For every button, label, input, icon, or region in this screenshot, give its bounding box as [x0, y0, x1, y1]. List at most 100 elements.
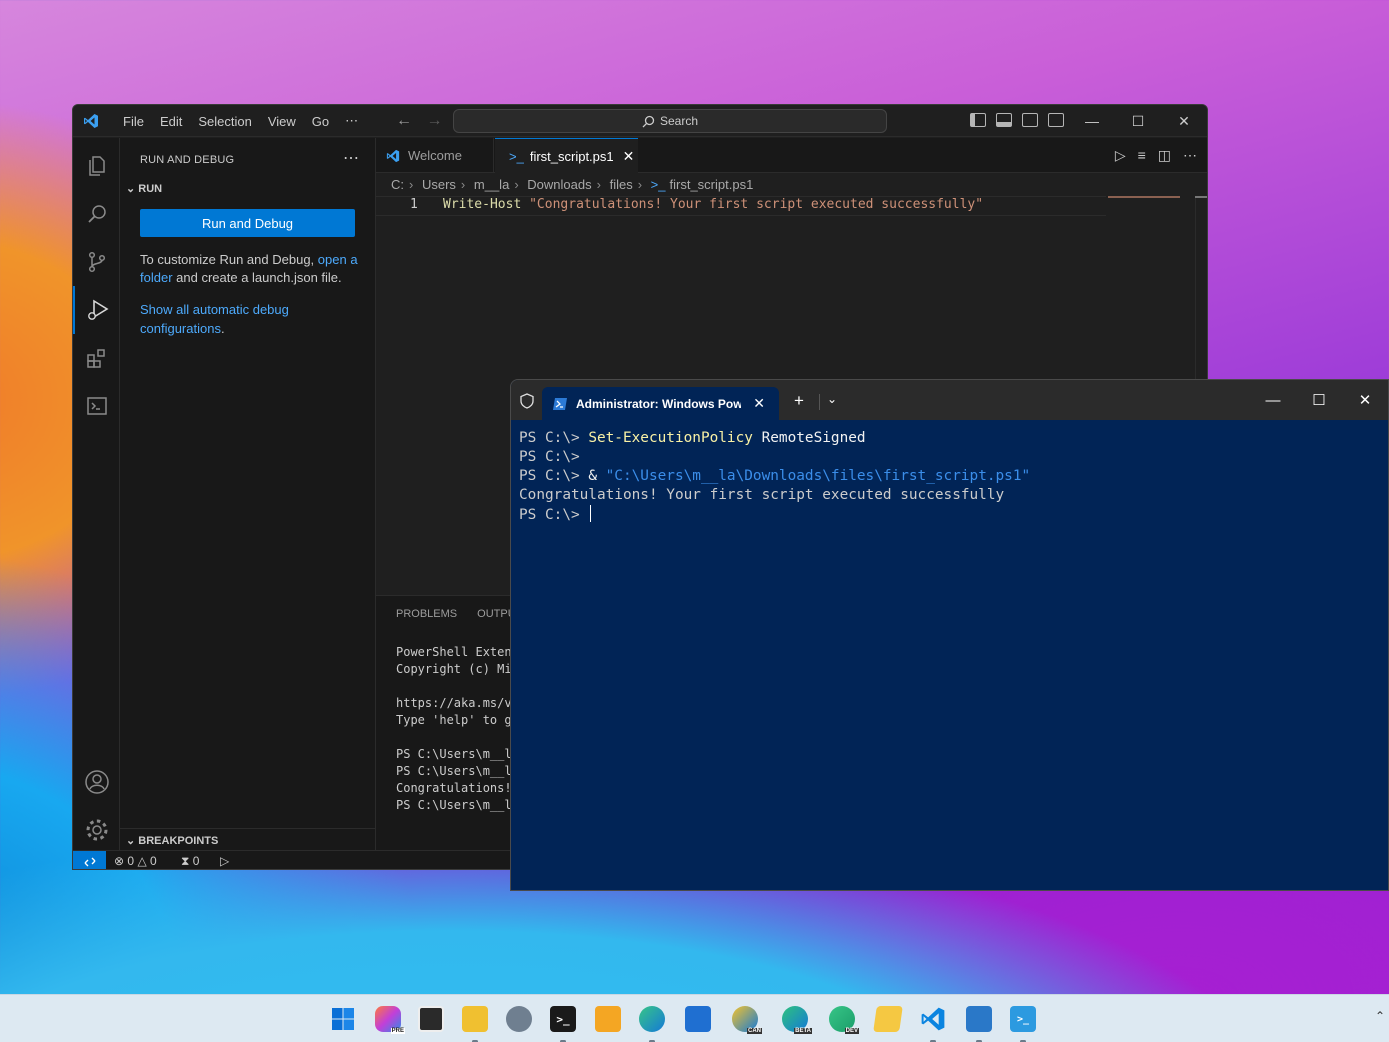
minimize-icon[interactable]: — — [1069, 105, 1115, 137]
search-label: Search — [659, 114, 699, 128]
tab-label: Welcome — [408, 148, 462, 163]
chevron-down-icon: ⌄ — [126, 835, 139, 847]
close-icon[interactable]: ✕ — [1161, 105, 1207, 137]
menu-edit[interactable]: Edit — [152, 114, 190, 129]
toggle-secondary-sidebar-icon[interactable] — [1022, 113, 1038, 127]
toggle-sidebar-icon[interactable] — [970, 113, 986, 127]
search-activity-icon[interactable] — [73, 190, 120, 238]
vscode-titlebar: File Edit Selection View Go ⋯ ← → Search… — [73, 105, 1207, 137]
error-count: 0 — [127, 854, 135, 868]
edge-icon[interactable] — [639, 1006, 665, 1032]
minimap[interactable] — [1108, 196, 1180, 198]
run-icon[interactable]: ▷ — [1115, 147, 1126, 164]
edge-dev-icon[interactable]: DEV — [829, 1006, 859, 1034]
maximize-icon[interactable]: ☐ — [1115, 105, 1161, 137]
command-center-search[interactable]: Search — [453, 109, 887, 133]
menu-go[interactable]: Go — [304, 114, 337, 129]
maximize-icon[interactable]: ☐ — [1296, 380, 1342, 420]
vscode-taskbar-icon[interactable] — [920, 1006, 946, 1032]
task-view-icon[interactable] — [418, 1006, 444, 1032]
tray-chevron-up-icon[interactable]: ⌃ — [1375, 1009, 1385, 1023]
source-control-icon[interactable] — [73, 238, 120, 286]
terminal-line: PS C:\> & "C:\Users\m__la\Downloads\file… — [519, 468, 1031, 484]
customize-text: To customize Run and Debug, open a folde… — [140, 252, 358, 285]
code-line[interactable]: Write-Host "Congratulations! Your first … — [443, 197, 983, 212]
file-explorer-icon[interactable] — [462, 1006, 488, 1032]
activity-bar — [73, 138, 120, 850]
breadcrumb: C: › Users › m__la › Downloads › files › >_ fi… — [391, 177, 754, 192]
run-section-header[interactable]: ⌄ RUN — [126, 182, 162, 195]
close-icon[interactable]: ✕ — [623, 148, 635, 165]
explorer-icon[interactable] — [73, 142, 120, 190]
powershell-taskbar-icon[interactable]: >_ — [1010, 1006, 1036, 1032]
terminal-line: Type 'help' to ge — [396, 713, 519, 727]
toggle-panel-icon[interactable] — [996, 113, 1012, 127]
copilot-preview-icon[interactable]: PRE — [375, 1006, 405, 1034]
editor-actions: ▷ ≡ ◫ ⋯ — [1115, 147, 1197, 164]
line-number: 1 — [410, 197, 418, 212]
edge-canary-icon[interactable]: CAN — [732, 1006, 762, 1034]
breadcrumb-item[interactable]: C: — [391, 177, 404, 192]
edge-beta-icon[interactable]: BETA — [782, 1006, 812, 1034]
terminal-output[interactable]: PS C:\> Set-ExecutionPolicy RemoteSigned… — [519, 429, 1030, 525]
more-actions-icon[interactable]: ⋯ — [1183, 147, 1197, 164]
breadcrumb-item[interactable]: Users — [422, 177, 456, 192]
terminal-window-controls: — ☐ ✕ — [1250, 380, 1388, 420]
tab-welcome[interactable]: Welcome — [376, 138, 494, 173]
breadcrumb-item[interactable]: m__la — [474, 177, 509, 192]
split-editor-icon[interactable]: ◫ — [1158, 147, 1171, 164]
menu-more[interactable]: ⋯ — [337, 113, 366, 129]
run-selection-icon[interactable]: ≡ — [1138, 147, 1146, 164]
run-and-debug-button[interactable]: Run and Debug — [140, 209, 355, 237]
store-icon[interactable] — [685, 1006, 711, 1032]
close-icon[interactable]: ✕ — [1342, 380, 1388, 420]
sticky-notes-icon[interactable] — [873, 1006, 903, 1032]
debug-status-icon[interactable]: ▷ — [220, 854, 229, 868]
nav-arrows: ← → — [396, 112, 452, 130]
breadcrumb-item[interactable]: files — [610, 177, 633, 192]
notepad-icon[interactable] — [966, 1006, 992, 1032]
terminal-app-icon[interactable]: >_ — [550, 1006, 576, 1032]
panel-terminal-output[interactable]: PowerShell Extens Copyright (c) Mic https… — [396, 644, 519, 814]
new-tab-icon[interactable]: + — [794, 391, 804, 411]
breadcrumb-item[interactable]: first_script.ps1 — [670, 177, 754, 192]
ports-status[interactable]: ⧗ 0 — [181, 854, 199, 869]
run-and-debug-icon[interactable] — [73, 286, 120, 334]
show-all-configs-link[interactable]: Show all automatic debug configurations — [140, 302, 289, 336]
tab-problems[interactable]: PROBLEMS — [396, 608, 457, 620]
divider — [819, 394, 820, 410]
menu-view[interactable]: View — [260, 114, 304, 129]
close-icon[interactable]: ✕ — [753, 395, 765, 412]
powershell-activity-icon[interactable] — [73, 382, 120, 430]
chevron-down-icon[interactable]: ⌄ — [827, 392, 837, 406]
terminal-line: Congratulations! — [396, 781, 512, 795]
windows-terminal-window: Administrator: Windows PowerShell ✕ + ⌄ … — [510, 379, 1389, 891]
start-button[interactable] — [330, 1006, 356, 1032]
settings-gear-icon[interactable] — [506, 1006, 532, 1032]
run-debug-sidebar: RUN AND DEBUG ⋯ ⌄ RUN Run and Debug To c… — [120, 138, 376, 850]
more-actions-icon[interactable]: ⋯ — [343, 148, 359, 168]
breadcrumb-item[interactable]: Downloads — [527, 177, 591, 192]
breakpoints-section-header[interactable]: ⌄ BREAKPOINTS — [120, 828, 376, 850]
terminal-line: PS C:\Users\m__la — [396, 747, 519, 761]
terminal-line: Congratulations! Your first script execu… — [519, 487, 1005, 503]
tab-first-script[interactable]: >_ first_script.ps1 ✕ — [495, 138, 638, 173]
warning-icon: △ — [137, 854, 147, 868]
menu-file[interactable]: File — [115, 114, 152, 129]
customize-layout-icon[interactable] — [1048, 113, 1064, 127]
minimize-icon[interactable]: — — [1250, 380, 1296, 420]
remote-indicator-icon[interactable] — [73, 851, 106, 869]
notepad-plus-icon[interactable] — [595, 1006, 621, 1032]
back-arrow-icon[interactable]: ← — [396, 112, 412, 129]
gear-icon[interactable] — [73, 806, 120, 854]
terminal-line: PS C:\> — [519, 449, 580, 465]
text-cursor — [590, 505, 592, 522]
account-icon[interactable] — [73, 758, 120, 806]
forward-arrow-icon[interactable]: → — [426, 112, 442, 129]
vscode-logo-icon — [84, 114, 98, 128]
extensions-icon[interactable] — [73, 334, 120, 382]
terminal-tab[interactable]: Administrator: Windows PowerShell ✕ — [542, 387, 779, 420]
problems-status[interactable]: ⊗ 0 △ 0 — [114, 854, 157, 868]
terminal-line: PS C:\> — [519, 505, 1030, 525]
menu-selection[interactable]: Selection — [190, 114, 259, 129]
